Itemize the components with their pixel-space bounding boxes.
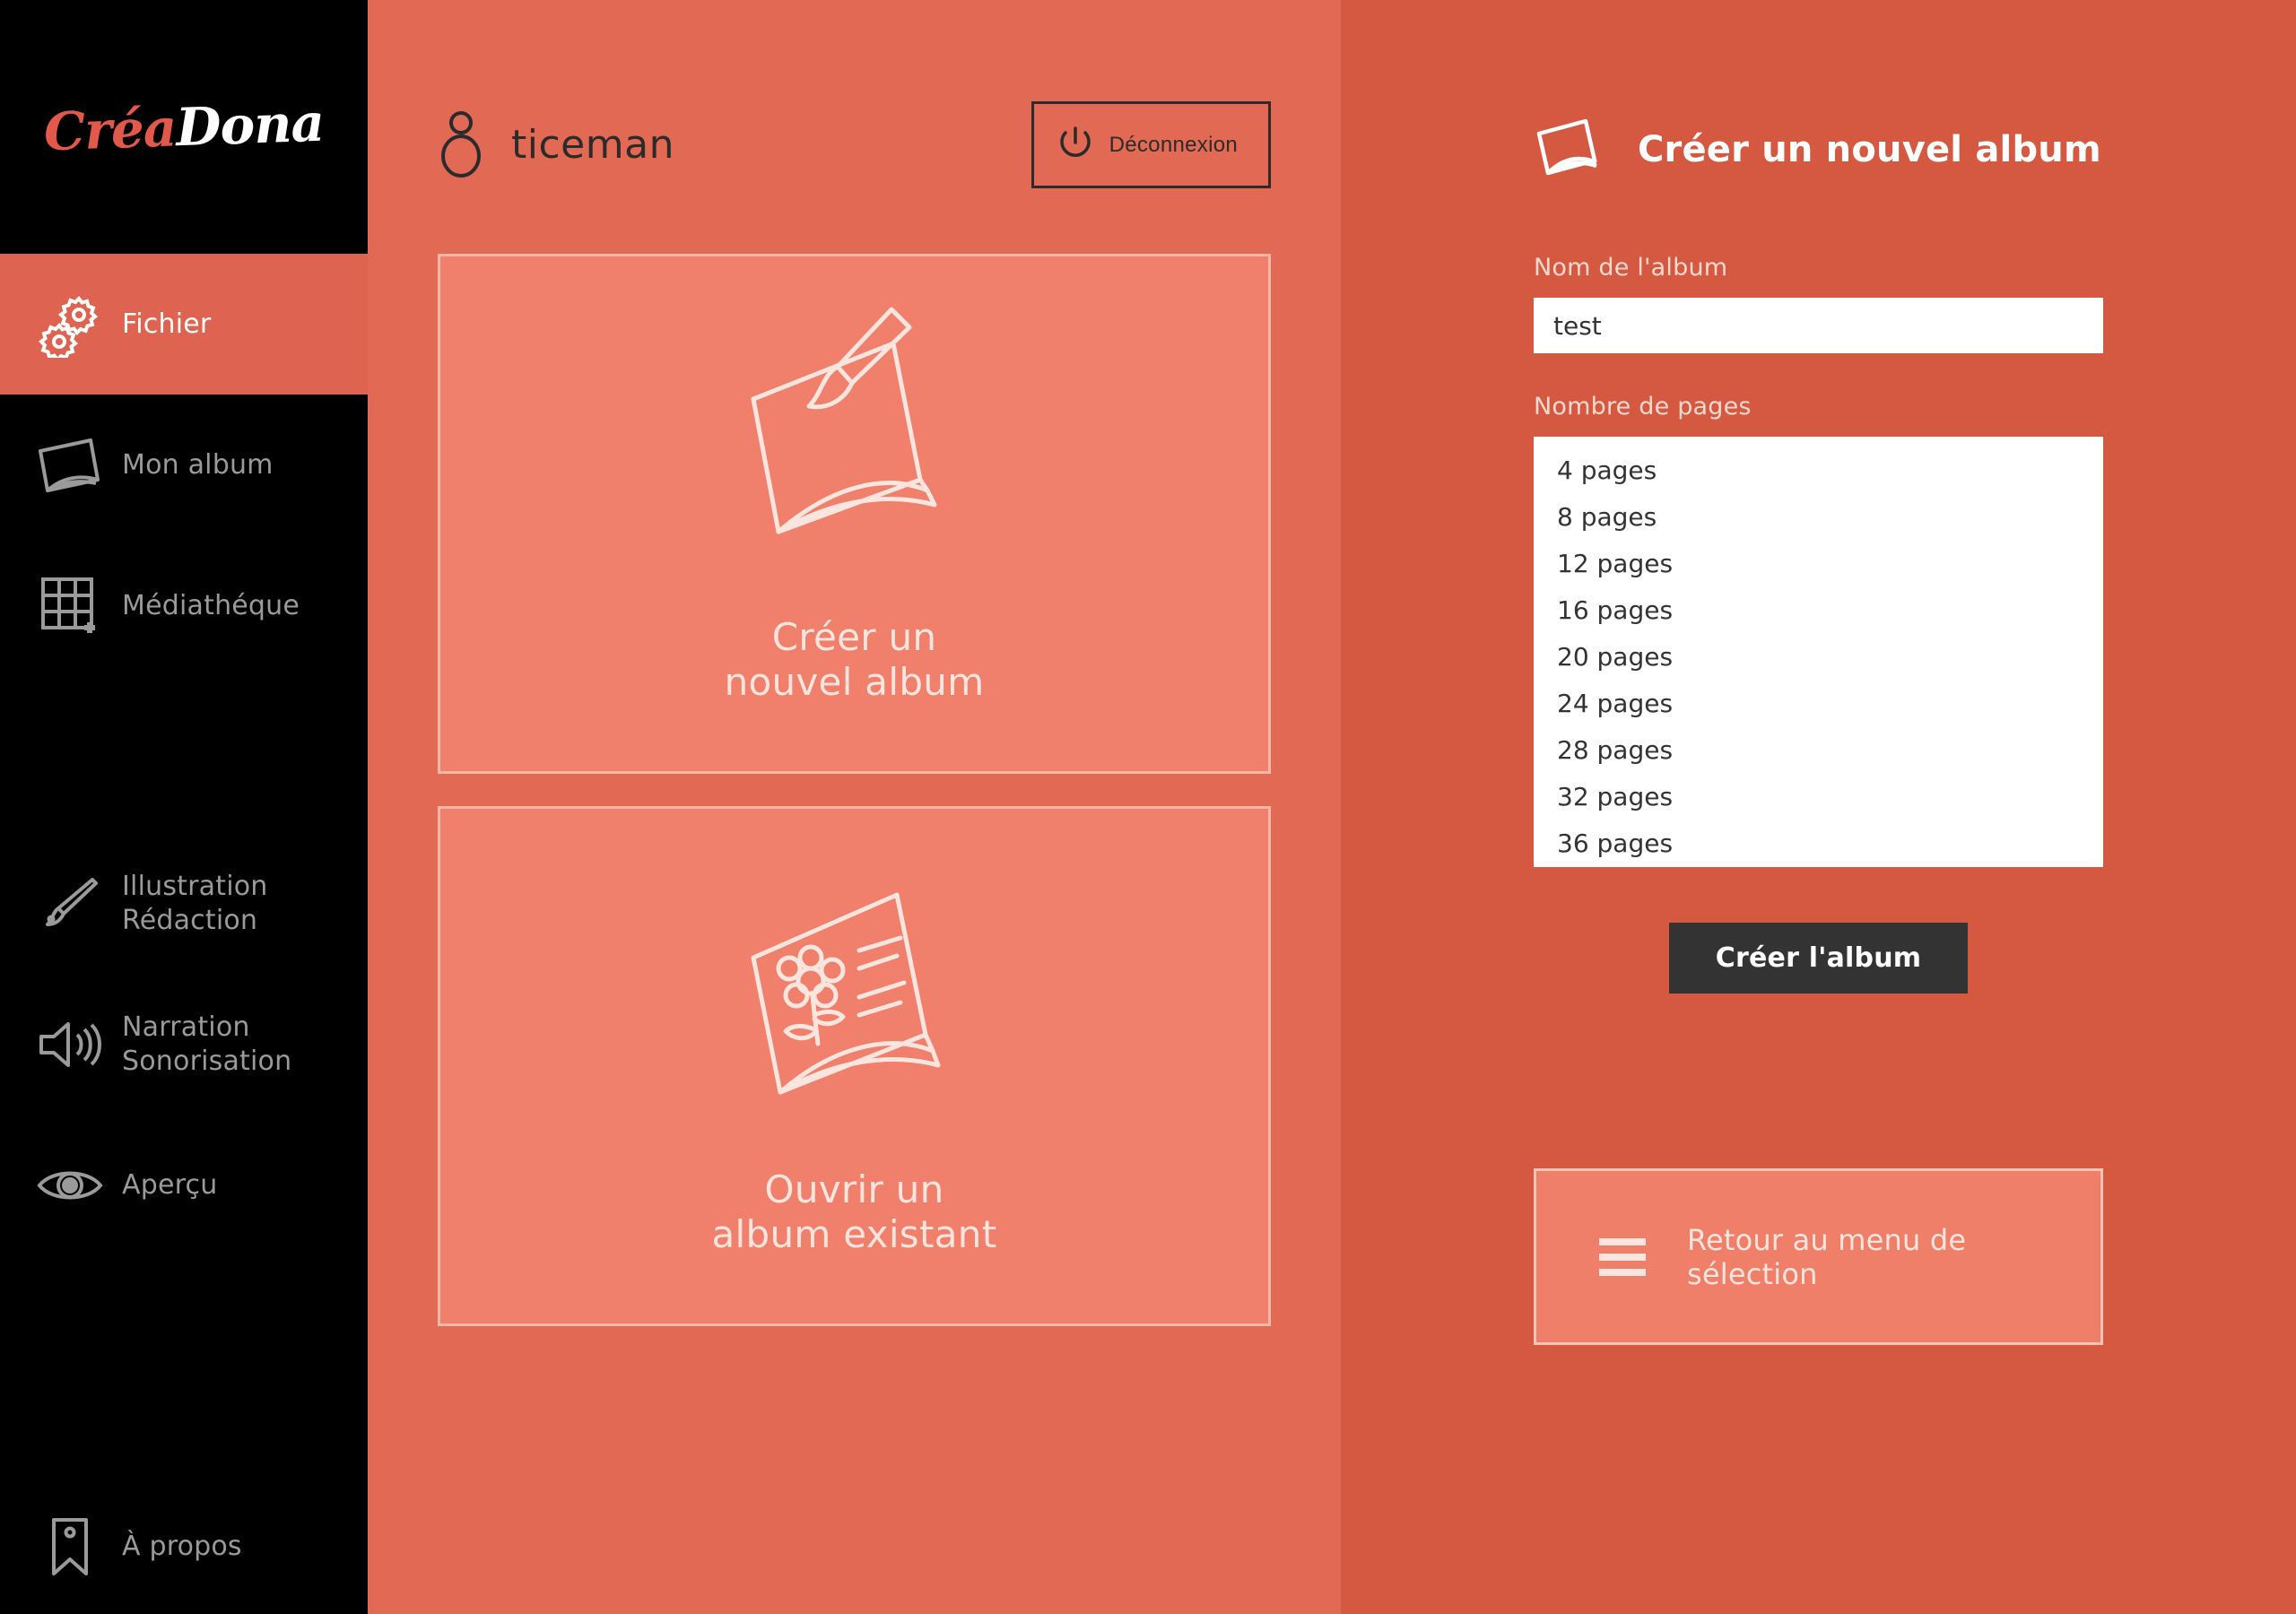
create-album-button[interactable]: Créer l'album: [1668, 923, 1969, 994]
card-caption: Ouvrir un album existant: [711, 1167, 997, 1256]
list-item[interactable]: 28 pages: [1534, 727, 2103, 774]
list-item[interactable]: 12 pages: [1534, 541, 2103, 587]
sidebar-item-label: Médiathéque: [122, 589, 300, 621]
sidebar-item-label: Mon album: [122, 448, 274, 481]
grid-plus-icon: [27, 574, 113, 638]
user-info: ticeman: [438, 109, 674, 181]
card-caption: Créer un nouvel album: [724, 615, 985, 704]
logo-part-dona: Dona: [175, 91, 326, 158]
sidebar-item-label: Illustration Rédaction: [122, 871, 268, 936]
app-root: CréaDona Fichier Mon album Médiathéque I…: [0, 0, 2296, 1614]
logout-button[interactable]: Déconnexion: [1031, 101, 1271, 188]
back-to-selection-menu-button[interactable]: Retour au menu de sélection: [1534, 1168, 2103, 1345]
create-new-album-card[interactable]: Créer un nouvel album: [438, 254, 1271, 774]
logout-label: Déconnexion: [1109, 132, 1238, 157]
list-item[interactable]: 32 pages: [1534, 774, 2103, 820]
sidebar-item-label: Aperçu: [122, 1168, 218, 1201]
book-icon: [27, 435, 113, 496]
paintbrush-icon: [27, 872, 113, 935]
power-icon: [1057, 124, 1093, 166]
sidebar-item-illustration-redaction[interactable]: Illustration Rédaction: [0, 833, 368, 974]
list-item[interactable]: 16 pages: [1534, 587, 2103, 634]
book-flower-icon: [734, 875, 976, 1144]
list-item[interactable]: 24 pages: [1534, 681, 2103, 727]
list-item[interactable]: 4 pages: [1534, 447, 2103, 494]
sidebar: CréaDona Fichier Mon album Médiathéque I…: [0, 0, 368, 1614]
panel-title: Créer un nouvel album: [1638, 128, 2101, 170]
bookmark-icon: [27, 1514, 113, 1579]
gears-icon: [27, 291, 113, 358]
sidebar-item-label: À propos: [122, 1531, 242, 1563]
speaker-icon: [27, 1017, 113, 1072]
list-item[interactable]: 20 pages: [1534, 634, 2103, 681]
sidebar-item-a-propos[interactable]: À propos: [0, 1480, 368, 1614]
logo-part-crea: Créa: [42, 96, 178, 162]
list-item[interactable]: 8 pages: [1534, 494, 2103, 541]
user-bar: ticeman Déconnexion: [438, 0, 1271, 254]
book-icon: [1534, 117, 1604, 182]
sidebar-item-fichier[interactable]: Fichier: [0, 254, 368, 395]
eye-icon: [27, 1164, 113, 1207]
sidebar-item-mon-album[interactable]: Mon album: [0, 395, 368, 535]
open-existing-album-card[interactable]: Ouvrir un album existant: [438, 806, 1271, 1326]
username: ticeman: [511, 122, 674, 168]
logo: CréaDona: [0, 0, 368, 254]
person-icon: [438, 109, 484, 181]
panel-header: Créer un nouvel album: [1534, 0, 2103, 254]
sidebar-item-mediatheque[interactable]: Médiathéque: [0, 535, 368, 676]
sidebar-nav: Fichier Mon album Médiathéque Illustrati…: [0, 254, 368, 1614]
book-paintbrush-icon: [734, 307, 976, 592]
sidebar-item-apercu[interactable]: Aperçu: [0, 1115, 368, 1255]
main-panel: ticeman Déconnexion Créer un nouvel albu…: [368, 0, 1341, 1614]
pages-count-listbox[interactable]: 4 pages 8 pages 12 pages 16 pages 20 pag…: [1534, 437, 2103, 867]
sidebar-item-label: Fichier: [122, 308, 212, 340]
album-name-input[interactable]: [1534, 298, 2103, 353]
create-album-panel: Créer un nouvel album Nom de l'album Nom…: [1341, 0, 2296, 1614]
list-item[interactable]: 36 pages: [1534, 820, 2103, 867]
hamburger-icon: [1599, 1237, 1646, 1276]
album-name-label: Nom de l'album: [1534, 254, 1728, 282]
sidebar-spacer-flex: [0, 1255, 368, 1480]
sidebar-item-narration-sonorisation[interactable]: Narration Sonorisation: [0, 974, 368, 1115]
back-button-label: Retour au menu de sélection: [1687, 1222, 1967, 1291]
pages-count-label: Nombre de pages: [1534, 393, 1752, 421]
sidebar-item-label: Narration Sonorisation: [122, 1011, 292, 1077]
